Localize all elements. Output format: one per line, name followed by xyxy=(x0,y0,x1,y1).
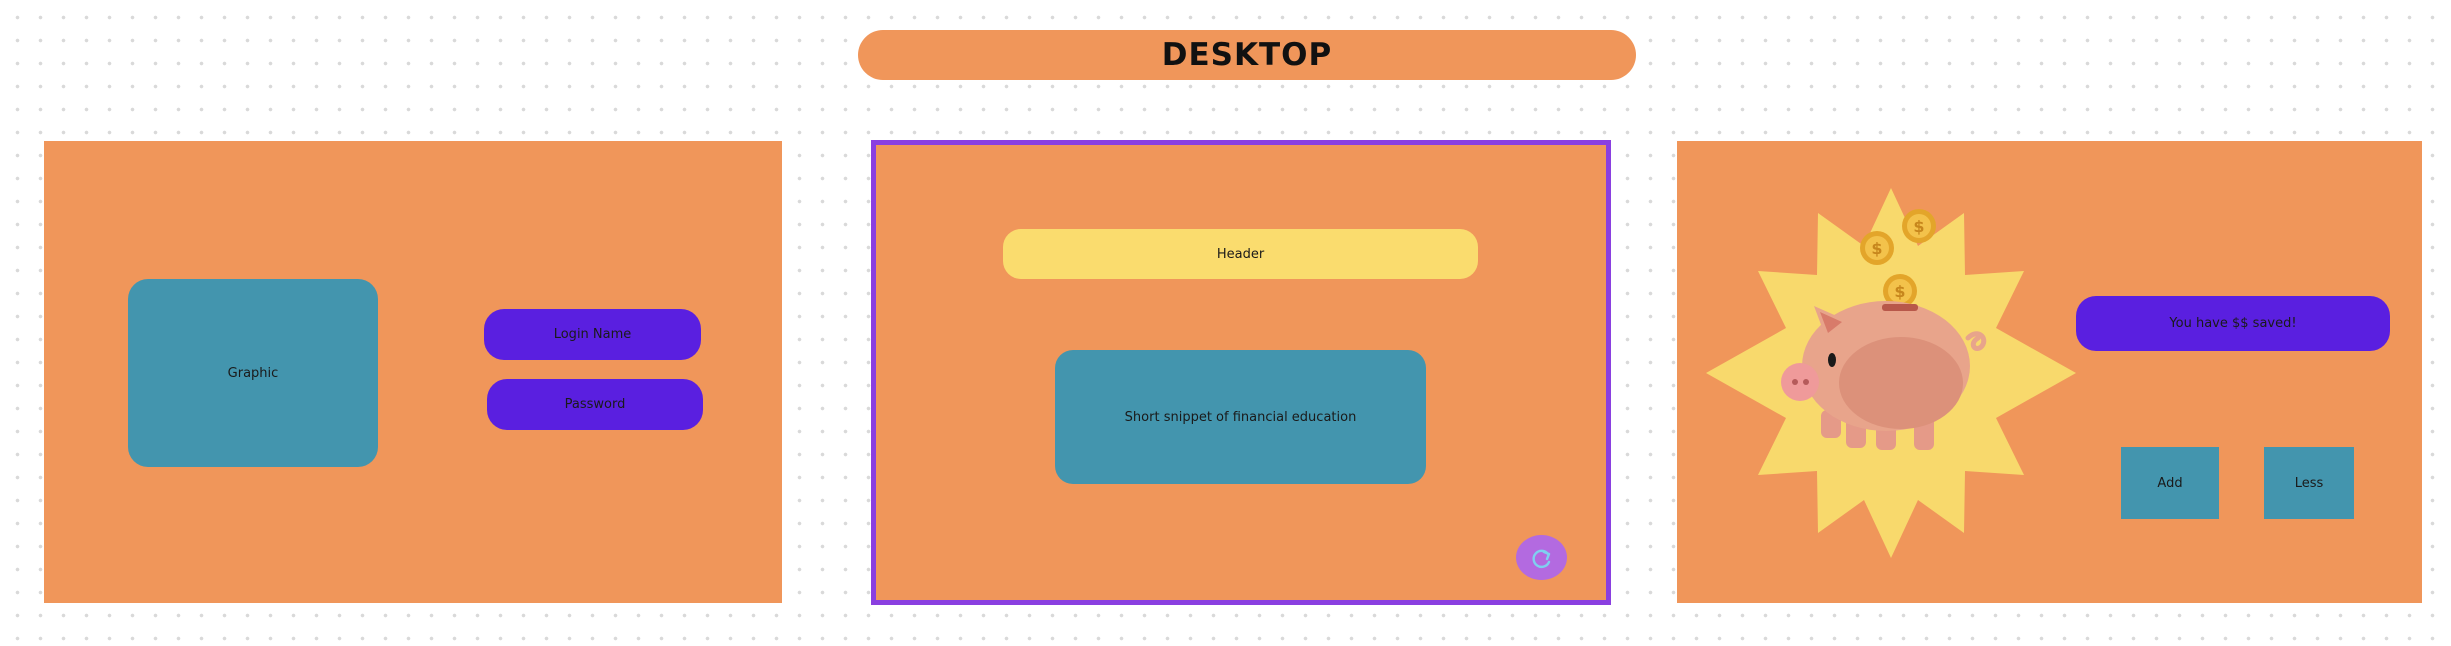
svg-text:$: $ xyxy=(1871,239,1882,258)
graphic-placeholder: Graphic xyxy=(128,279,378,467)
savings-balance-box: You have $$ saved! xyxy=(2076,296,2390,351)
svg-text:$: $ xyxy=(1894,282,1905,301)
login-name-field[interactable]: Login Name xyxy=(484,309,701,360)
coin-icon: $ xyxy=(1860,231,1894,265)
password-field[interactable]: Password xyxy=(487,379,703,430)
svg-text:$: $ xyxy=(1913,217,1924,236)
education-snippet-box: Short snippet of financial education xyxy=(1055,350,1426,484)
add-button[interactable]: Add xyxy=(2121,447,2219,519)
coin-icon: $ xyxy=(1902,209,1936,243)
page-title: DESKTOP xyxy=(1161,37,1333,73)
piggy-bank-illustration: $ $ $ xyxy=(1706,188,2076,558)
header-bar: Header xyxy=(1003,229,1478,279)
refresh-arrow-icon xyxy=(1532,549,1550,568)
desktop-title-pill: DESKTOP xyxy=(858,30,1636,80)
refresh-button[interactable] xyxy=(1516,535,1567,580)
less-button[interactable]: Less xyxy=(2264,447,2354,519)
